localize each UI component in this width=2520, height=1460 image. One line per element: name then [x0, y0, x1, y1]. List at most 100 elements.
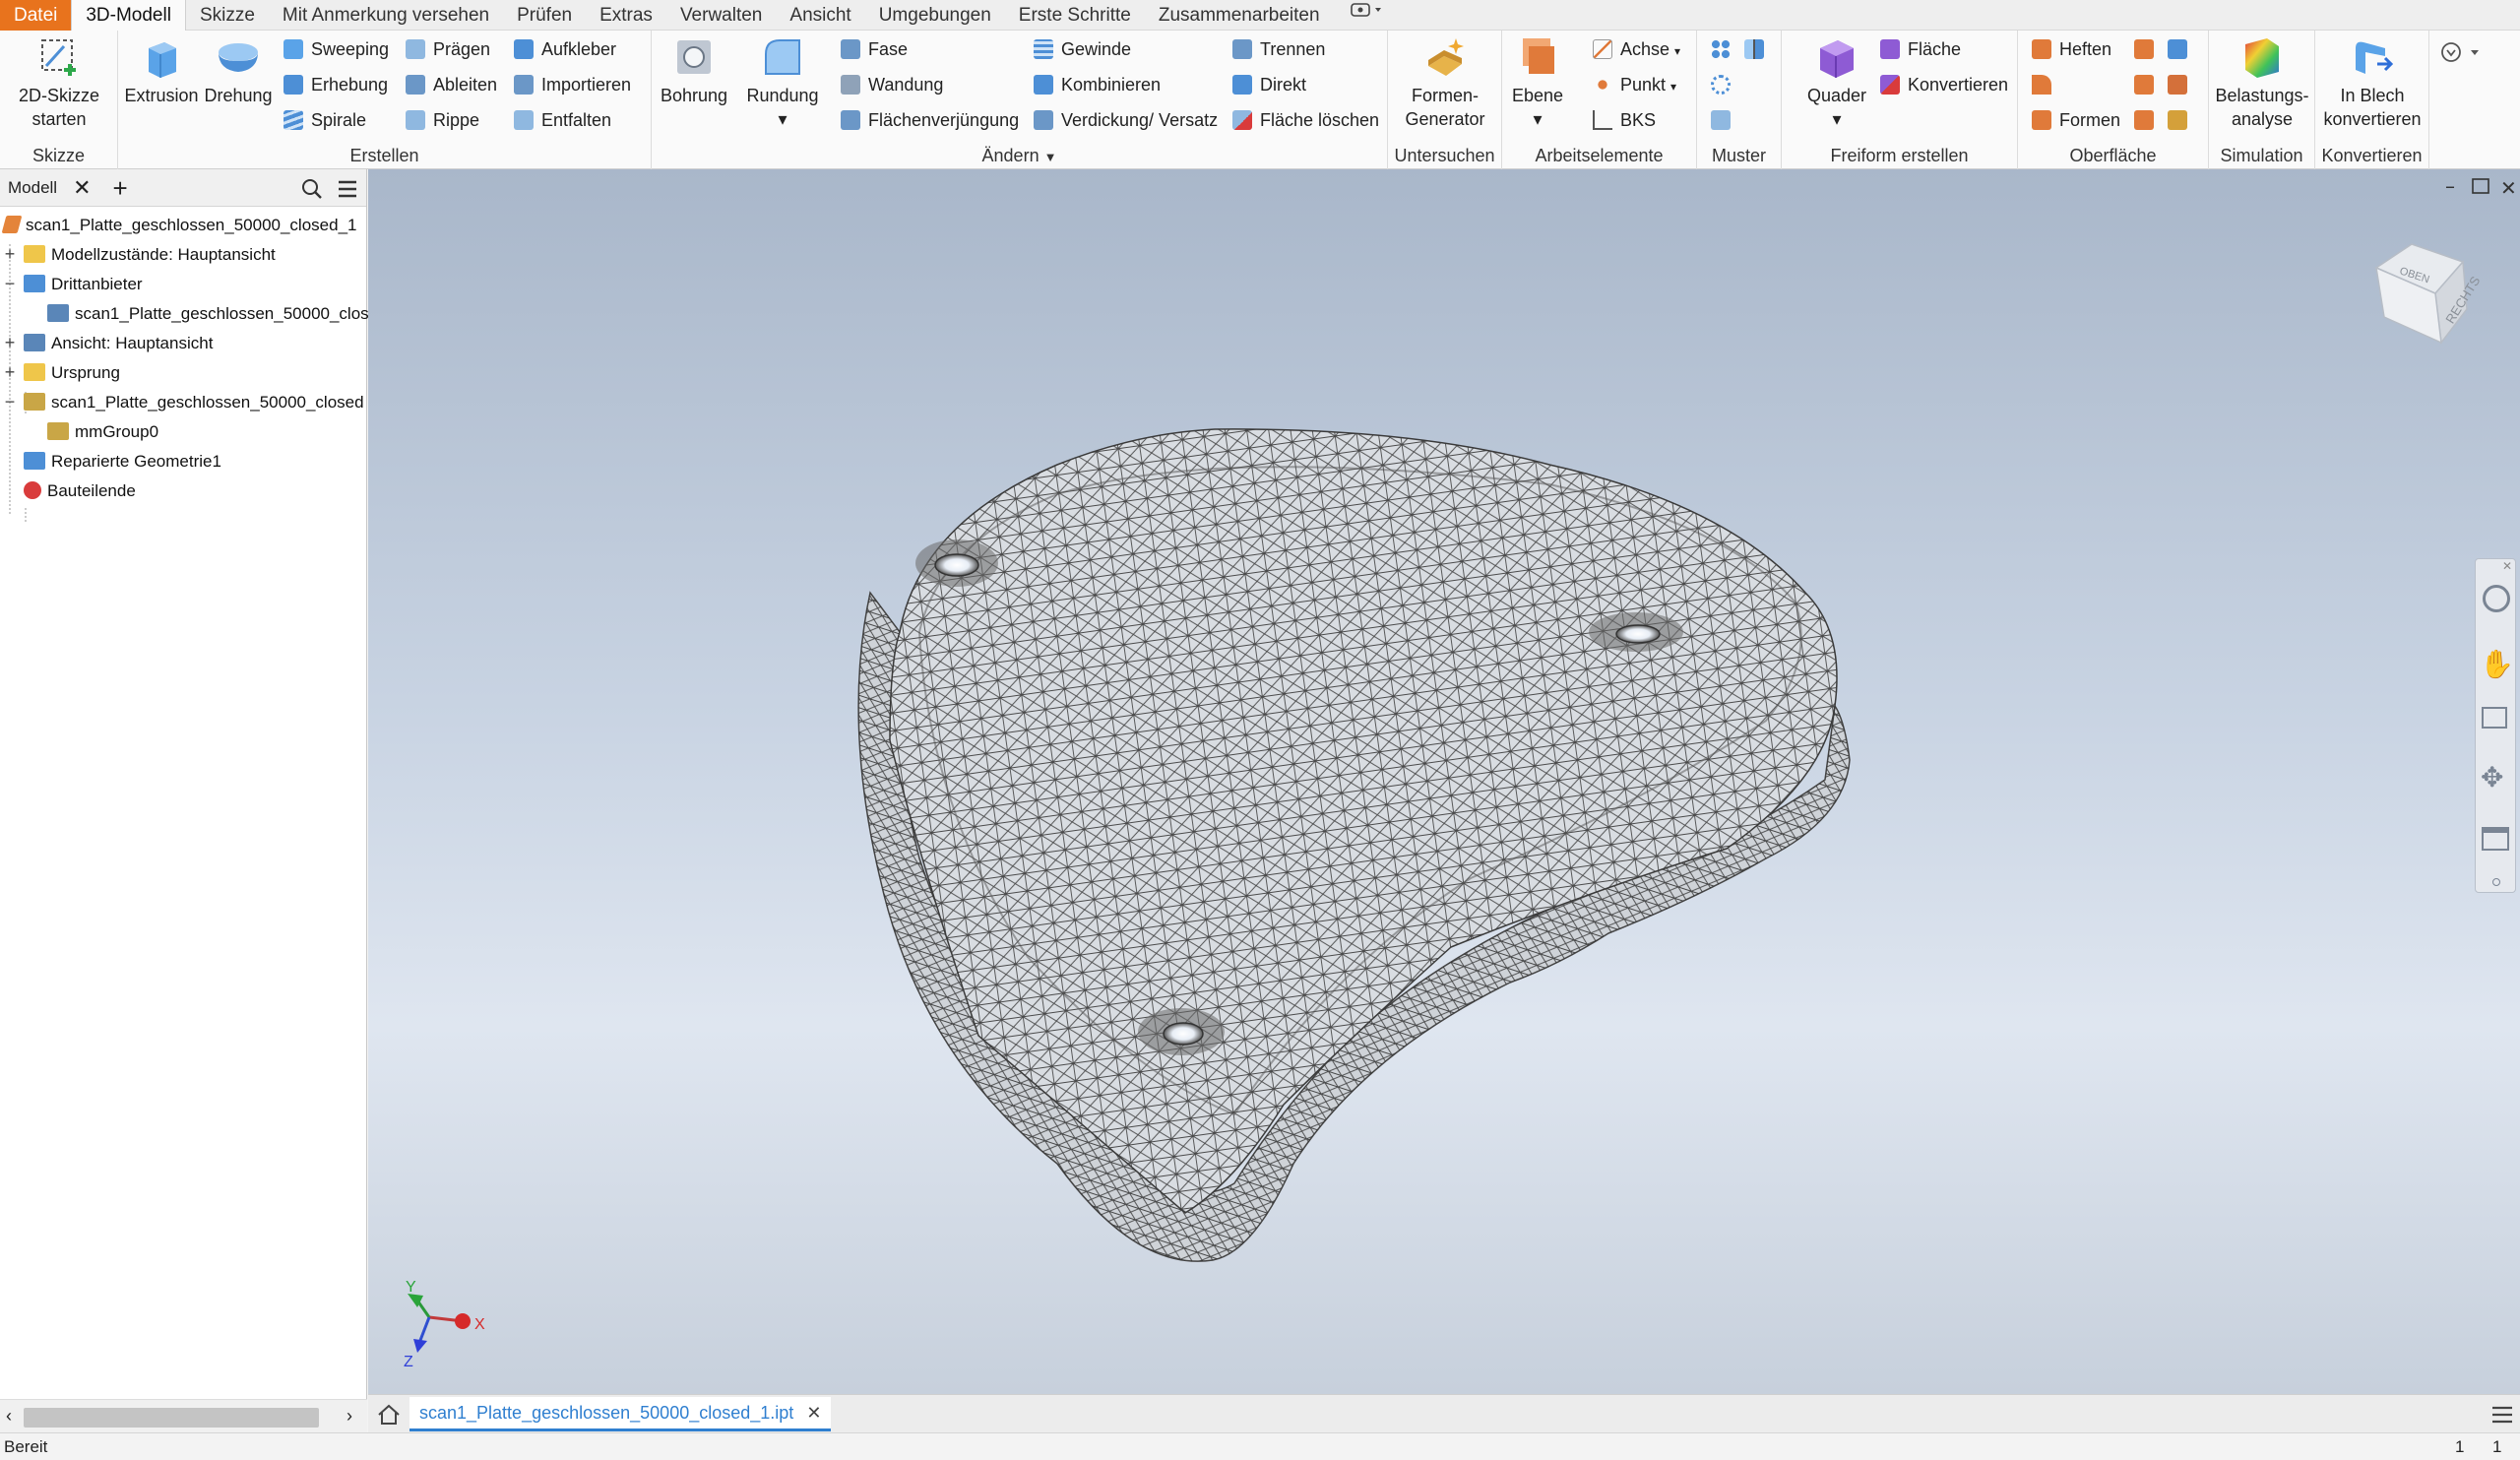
tab-erste-schritte[interactable]: Erste Schritte [1005, 0, 1145, 31]
achse-button[interactable]: Achse ▾ [1593, 34, 1680, 64]
trim-surface-button[interactable] [2134, 34, 2162, 64]
importieren-button[interactable]: Importieren [514, 70, 631, 99]
mirror-button[interactable] [1744, 34, 1772, 64]
scrollbar-thumb[interactable] [24, 1408, 319, 1428]
start-2d-sketch-button[interactable]: 2D-Skizze starten [8, 34, 110, 131]
ableiten-button[interactable]: Ableiten [406, 70, 497, 99]
tab-verwalten[interactable]: Verwalten [666, 0, 776, 31]
belastungsanalyse-button[interactable]: Belastungs- analyse [2213, 34, 2311, 131]
fit-mesh-face-button[interactable] [2168, 105, 2195, 135]
flaechenverjuengung-button[interactable]: Flächenverjüngung [841, 105, 1019, 135]
tree-expander-icon[interactable]: + [3, 358, 17, 388]
mounting-hole-left[interactable] [915, 540, 998, 587]
rundung-button[interactable]: Rundung ▾ [738, 34, 827, 131]
scroll-right-arrow-icon[interactable]: › [346, 1406, 352, 1427]
trennen-button[interactable]: Trennen [1232, 34, 1325, 64]
tree-item[interactable]: Bauteilende [24, 476, 136, 506]
tab-mit-anmerkung[interactable]: Mit Anmerkung versehen [269, 0, 503, 31]
viewport-close-icon[interactable]: ✕ [2500, 176, 2517, 200]
aufkleber-button[interactable]: Aufkleber [514, 34, 616, 64]
tree-expander-icon[interactable]: + [3, 240, 17, 270]
rect-pattern-button[interactable] [1711, 34, 1738, 64]
replace-face-button[interactable] [2168, 70, 2195, 99]
menu-icon[interactable] [337, 178, 358, 205]
formen-button[interactable]: Formen [2032, 105, 2120, 135]
close-icon[interactable]: ✕ [73, 176, 91, 198]
direkt-button[interactable]: Direkt [1232, 70, 1306, 99]
punkt-button[interactable]: Punkt ▾ [1593, 70, 1676, 99]
panel-title-aendern[interactable]: Ändern ▼ [652, 142, 1387, 169]
tree-item[interactable]: scan1_Platte_geschlossen_50000_closed_1 [1, 211, 356, 240]
tab-ansicht[interactable]: Ansicht [776, 0, 864, 31]
document-tab[interactable]: scan1_Platte_geschlossen_50000_closed_1.… [410, 1397, 832, 1431]
in-blech-konvertieren-button[interactable]: In Blech konvertieren [2319, 34, 2426, 131]
browser-tab-modell[interactable]: Modell [4, 178, 61, 198]
flaeche-loeschen-button[interactable]: Fläche löschen [1232, 105, 1379, 135]
tab-3d-modell[interactable]: 3D-Modell [71, 0, 186, 31]
zoom-window-icon[interactable] [2482, 707, 2507, 729]
tab-zusammenarbeiten[interactable]: Zusammenarbeiten [1145, 0, 1334, 31]
gewinde-button[interactable]: Gewinde [1034, 34, 1131, 64]
rippe-button[interactable]: Rippe [406, 105, 479, 135]
tree-item[interactable]: scan1_Platte_geschlossen_50000_closed.l [47, 299, 396, 329]
tree-expander-icon[interactable]: + [3, 329, 17, 358]
browser-horizontal-scrollbar[interactable]: ‹ › [0, 1399, 367, 1432]
mounting-hole-bottom[interactable] [1138, 1008, 1225, 1055]
sketch-pattern-button[interactable] [1711, 105, 1738, 135]
orbit-icon[interactable]: ✥ [2481, 761, 2503, 793]
mounting-hole-right[interactable] [1589, 612, 1683, 652]
minimize-icon[interactable]: – [2445, 174, 2455, 198]
graphics-viewport[interactable]: OBEN RECHTS – ✕ X Y Z ✕ ✋ ✥ [368, 169, 2520, 1394]
kombinieren-button[interactable]: Kombinieren [1034, 70, 1161, 99]
navbar-close-icon[interactable]: ✕ [2502, 559, 2512, 573]
tab-datei[interactable]: Datei [0, 0, 72, 31]
tree-item[interactable]: Modellzustände: Hauptansicht [24, 240, 276, 270]
freiform-flaeche-button[interactable]: Fläche [1880, 34, 1961, 64]
bks-button[interactable]: BKS [1593, 105, 1656, 135]
entfalten-button[interactable]: Entfalten [514, 105, 611, 135]
patch-button[interactable] [2032, 70, 2059, 99]
tree-item[interactable]: Drittanbieter [24, 270, 143, 299]
navbar-options-icon[interactable] [2492, 878, 2500, 886]
tree-item[interactable]: Reparierte Geometrie1 [24, 447, 221, 476]
open-documents-menu-icon[interactable] [2490, 1404, 2514, 1430]
spirale-button[interactable]: Spirale [284, 105, 366, 135]
maximize-icon[interactable] [2472, 178, 2489, 194]
wandung-button[interactable]: Wandung [841, 70, 943, 99]
freiform-konvertieren-button[interactable]: Konvertieren [1880, 70, 2008, 99]
praegen-button[interactable]: Prägen [406, 34, 490, 64]
tree-item[interactable]: Ansicht: Hauptansicht [24, 329, 213, 358]
tab-umgebungen[interactable]: Umgebungen [865, 0, 1005, 31]
bohrung-button[interactable]: Bohrung [654, 34, 734, 107]
tree-expander-icon[interactable]: − [3, 388, 17, 417]
sweeping-button[interactable]: Sweeping [284, 34, 389, 64]
heften-button[interactable]: Heften [2032, 34, 2111, 64]
tree-item[interactable]: mmGroup0 [47, 417, 158, 447]
formen-generator-button[interactable]: Formen- Generator [1394, 34, 1496, 131]
home-icon[interactable] [376, 1403, 402, 1431]
scroll-left-arrow-icon[interactable]: ‹ [6, 1406, 12, 1427]
document-tab-close-icon[interactable]: ✕ [806, 1403, 821, 1423]
steering-wheel-icon[interactable] [2483, 585, 2510, 612]
view-face-icon[interactable] [2482, 827, 2509, 851]
tree-item[interactable]: scan1_Platte_geschlossen_50000_closed [24, 388, 364, 417]
tab-pruefen[interactable]: Prüfen [503, 0, 586, 31]
repair-bodies-button[interactable] [2134, 105, 2162, 135]
ribbon-customize-button[interactable] [2435, 38, 2494, 68]
tree-item[interactable]: Ursprung [24, 358, 120, 388]
tab-skizze[interactable]: Skizze [186, 0, 269, 31]
extend-surface-button[interactable] [2168, 34, 2195, 64]
ribbon-display-options-icon[interactable] [1334, 0, 1401, 31]
mesh-part[interactable] [857, 428, 1851, 1262]
erhebung-button[interactable]: Erhebung [284, 70, 388, 99]
quader-button[interactable]: Quader ▾ [1788, 34, 1886, 131]
pan-hand-icon[interactable]: ✋ [2480, 648, 2514, 680]
circ-pattern-button[interactable] [1711, 70, 1738, 99]
tab-extras[interactable]: Extras [586, 0, 666, 31]
search-icon[interactable] [301, 178, 323, 205]
drehung-button[interactable]: Drehung [201, 34, 276, 107]
ruled-surface-button[interactable] [2134, 70, 2162, 99]
view-cube[interactable]: OBEN RECHTS [2374, 243, 2484, 345]
add-tab-icon[interactable]: + [113, 175, 128, 201]
fase-button[interactable]: Fase [841, 34, 908, 64]
